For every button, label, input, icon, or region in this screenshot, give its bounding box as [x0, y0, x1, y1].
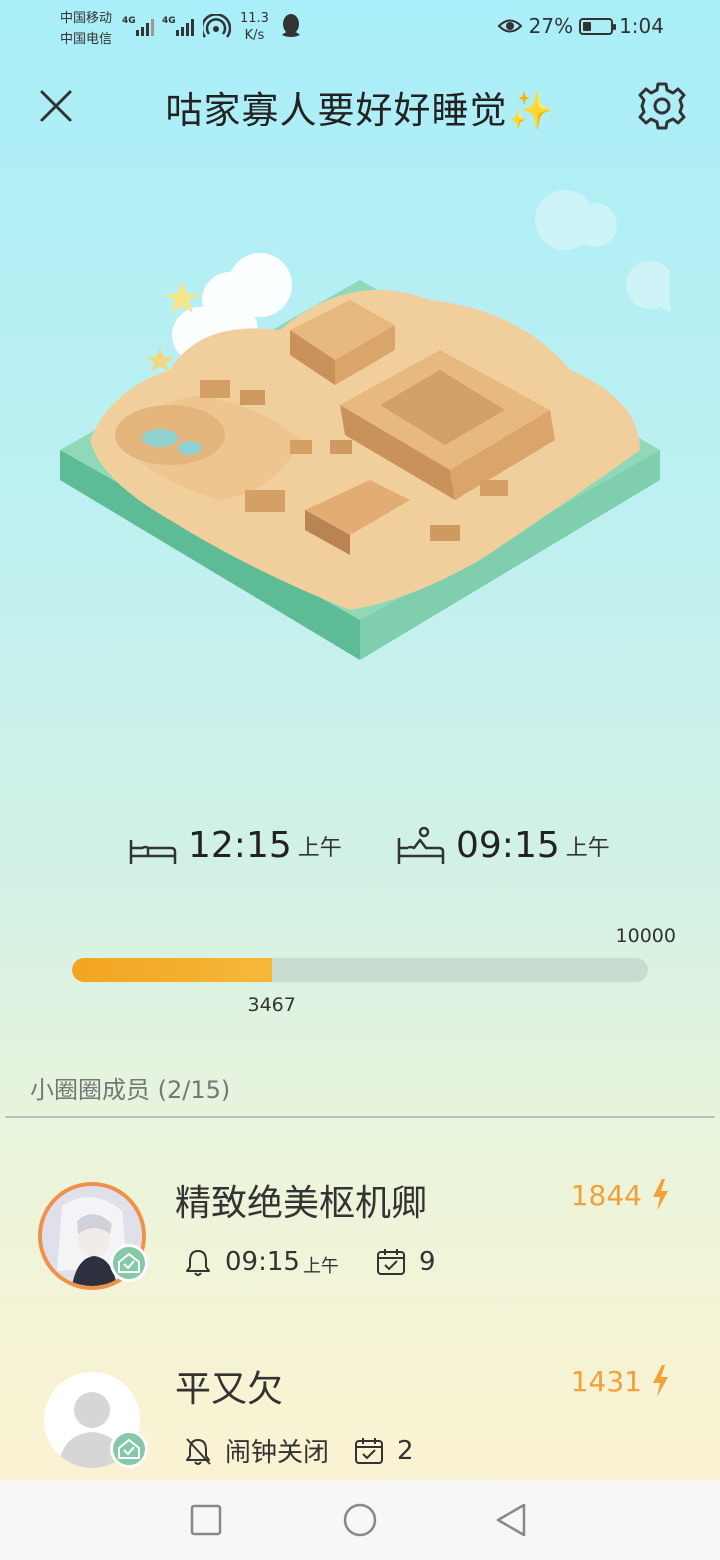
battery-icon	[579, 17, 617, 35]
progress-max-label: 10000	[615, 925, 676, 947]
svg-text:4G: 4G	[162, 16, 176, 26]
member-name: 精致绝美枢机卿	[175, 1183, 428, 1224]
svg-text:4G: 4G	[122, 16, 136, 26]
carrier-2: 中国电信	[60, 32, 113, 47]
back-icon[interactable]	[490, 1498, 534, 1542]
member-alarm-status: 闹钟关闭	[225, 1438, 330, 1468]
member-alarm-time: 09:15	[225, 1247, 300, 1277]
eye-comfort-icon	[497, 19, 523, 33]
battery-percent: 27%	[528, 14, 574, 38]
signal-4g-icon: 4G	[122, 16, 154, 36]
qq-penguin-icon	[282, 14, 300, 37]
system-nav-bar	[0, 1480, 720, 1560]
settings-button[interactable]	[636, 80, 688, 132]
wifi-hotspot-icon	[203, 14, 231, 38]
house-check-icon	[118, 1439, 140, 1459]
member-days: 9	[418, 1247, 436, 1277]
bedtime-period: 上午	[297, 836, 342, 861]
sleep-island-illustration	[60, 190, 670, 660]
header: 咕家寡人要好好睡觉✨	[0, 70, 720, 140]
house-check-icon	[118, 1253, 140, 1273]
verified-badge	[110, 1430, 148, 1468]
net-speed: 11.3 K/s	[240, 11, 269, 43]
wake-up-icon	[397, 826, 445, 864]
bell-icon	[186, 1250, 210, 1276]
carrier-labels: 中国移动 中国电信	[60, 8, 112, 50]
status-bar: 中国移动 中国电信 4G 4G 11.3 K/s 27% 1:04	[0, 0, 720, 56]
calendar-check-icon	[376, 1249, 405, 1275]
energy-progress-bar	[72, 958, 648, 982]
carrier-1: 中国移动	[60, 11, 113, 26]
signal-4g-icon-2: 4G	[162, 16, 194, 36]
gear-icon	[638, 82, 686, 130]
home-icon[interactable]	[338, 1498, 382, 1542]
members-section-title: 小圈圈成员 (2/15)	[30, 1076, 231, 1104]
energy-progress-fill	[72, 958, 272, 982]
bed-icon	[129, 840, 177, 864]
sleep-times: 12:15 上午 09:15 上午	[0, 825, 720, 885]
lightning-icon	[653, 1365, 668, 1397]
member-row[interactable]: 精致绝美枢机卿 1844 09:15 上午 9	[0, 1170, 720, 1320]
bell-off-icon	[186, 1437, 211, 1465]
member-score: 1431	[571, 1364, 670, 1398]
wake-time-period: 上午	[565, 836, 610, 861]
member-name: 平又欠	[175, 1369, 284, 1410]
wake-time-value: 09:15	[456, 825, 560, 866]
member-info-row: 09:15 上午 9	[183, 1246, 435, 1278]
bedtime[interactable]: 12:15 上午	[128, 825, 342, 866]
lightning-icon	[653, 1179, 668, 1211]
wake-time[interactable]: 09:15 上午	[396, 825, 610, 866]
member-score: 1844	[571, 1178, 670, 1212]
recent-apps-icon[interactable]	[184, 1498, 228, 1542]
bedtime-value: 12:15	[188, 825, 292, 866]
calendar-check-icon	[355, 1437, 384, 1464]
status-right: 27% 1:04	[497, 14, 664, 38]
divider	[5, 1116, 715, 1118]
member-info-row: 闹钟关闭 2	[183, 1432, 414, 1469]
progress-current-label: 3467	[247, 994, 296, 1016]
verified-badge	[110, 1244, 148, 1282]
member-alarm-period: 上午	[302, 1256, 339, 1277]
page-title: 咕家寡人要好好睡觉✨	[165, 89, 555, 132]
member-days: 2	[397, 1435, 414, 1466]
clock: 1:04	[619, 14, 664, 38]
